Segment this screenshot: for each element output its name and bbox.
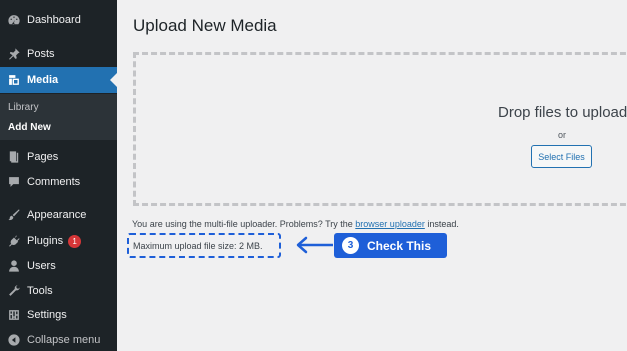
step-number-badge: 3 <box>342 237 359 254</box>
media-icon <box>7 73 21 87</box>
sidebar-item-settings[interactable]: Settings <box>0 302 117 328</box>
sidebar-item-users[interactable]: Users <box>0 253 117 279</box>
sidebar-item-label: Comments <box>27 176 81 188</box>
uploader-info-prefix: You are using the multi-file uploader. P… <box>132 219 356 229</box>
plugin-icon <box>7 234 21 248</box>
plugin-update-badge: 1 <box>68 234 82 248</box>
sidebar-item-label: Users <box>27 260 56 272</box>
brush-icon <box>7 208 21 222</box>
submenu-item-add-new[interactable]: Add New <box>8 122 51 133</box>
dashboard-icon <box>7 13 21 27</box>
uploader-info-suffix: instead. <box>424 219 459 229</box>
submenu-item-library[interactable]: Library <box>8 102 39 113</box>
admin-sidebar: Dashboard Posts Media Library Add New Pa… <box>0 0 117 351</box>
wrench-icon <box>7 284 21 298</box>
sidebar-item-label: Settings <box>27 309 67 321</box>
sidebar-item-label: Media <box>27 74 59 86</box>
sidebar-item-label: Posts <box>27 48 55 60</box>
sidebar-item-label: Dashboard <box>27 14 81 26</box>
callout-text: Check This <box>367 238 432 253</box>
upload-dropzone[interactable]: Drop files to upload or Select Files <box>133 52 627 206</box>
page-title: Upload New Media <box>133 16 277 35</box>
sidebar-item-dashboard[interactable]: Dashboard <box>0 7 117 33</box>
user-icon <box>7 259 21 273</box>
sidebar-item-label: Pages <box>27 151 59 163</box>
media-submenu: Library Add New <box>0 94 117 140</box>
sidebar-item-label: Collapse menu <box>27 334 101 346</box>
uploader-info: You are using the multi-file uploader. P… <box>132 219 459 229</box>
pin-icon <box>7 47 21 61</box>
drop-files-text: Drop files to upload <box>498 104 627 121</box>
sidebar-item-pages[interactable]: Pages <box>0 144 117 170</box>
sidebar-item-comments[interactable]: Comments <box>0 169 117 195</box>
callout-label: 3 Check This <box>334 233 447 258</box>
pages-icon <box>7 150 21 164</box>
collapse-icon <box>7 333 21 347</box>
settings-icon <box>7 308 21 322</box>
main-content: Upload New Media Drop files to upload or… <box>117 0 627 351</box>
sidebar-item-label: Appearance <box>27 209 87 221</box>
sidebar-item-tools[interactable]: Tools <box>0 278 117 304</box>
sidebar-item-media[interactable]: Media <box>0 67 117 93</box>
sidebar-item-appearance[interactable]: Appearance <box>0 202 117 228</box>
collapse-menu-button[interactable]: Collapse menu <box>0 327 117 351</box>
comment-icon <box>7 175 21 189</box>
sidebar-item-label: Plugins <box>27 235 64 247</box>
sidebar-item-plugins[interactable]: Plugins 1 <box>0 228 117 254</box>
or-text: or <box>558 130 567 140</box>
select-files-button[interactable]: Select Files <box>531 145 592 168</box>
max-upload-size: Maximum upload file size: 2 MB. <box>133 241 263 251</box>
sidebar-item-posts[interactable]: Posts <box>0 41 117 67</box>
browser-uploader-link[interactable]: browser uploader <box>355 219 425 229</box>
arrow-left-icon <box>296 236 333 254</box>
sidebar-item-label: Tools <box>27 285 53 297</box>
